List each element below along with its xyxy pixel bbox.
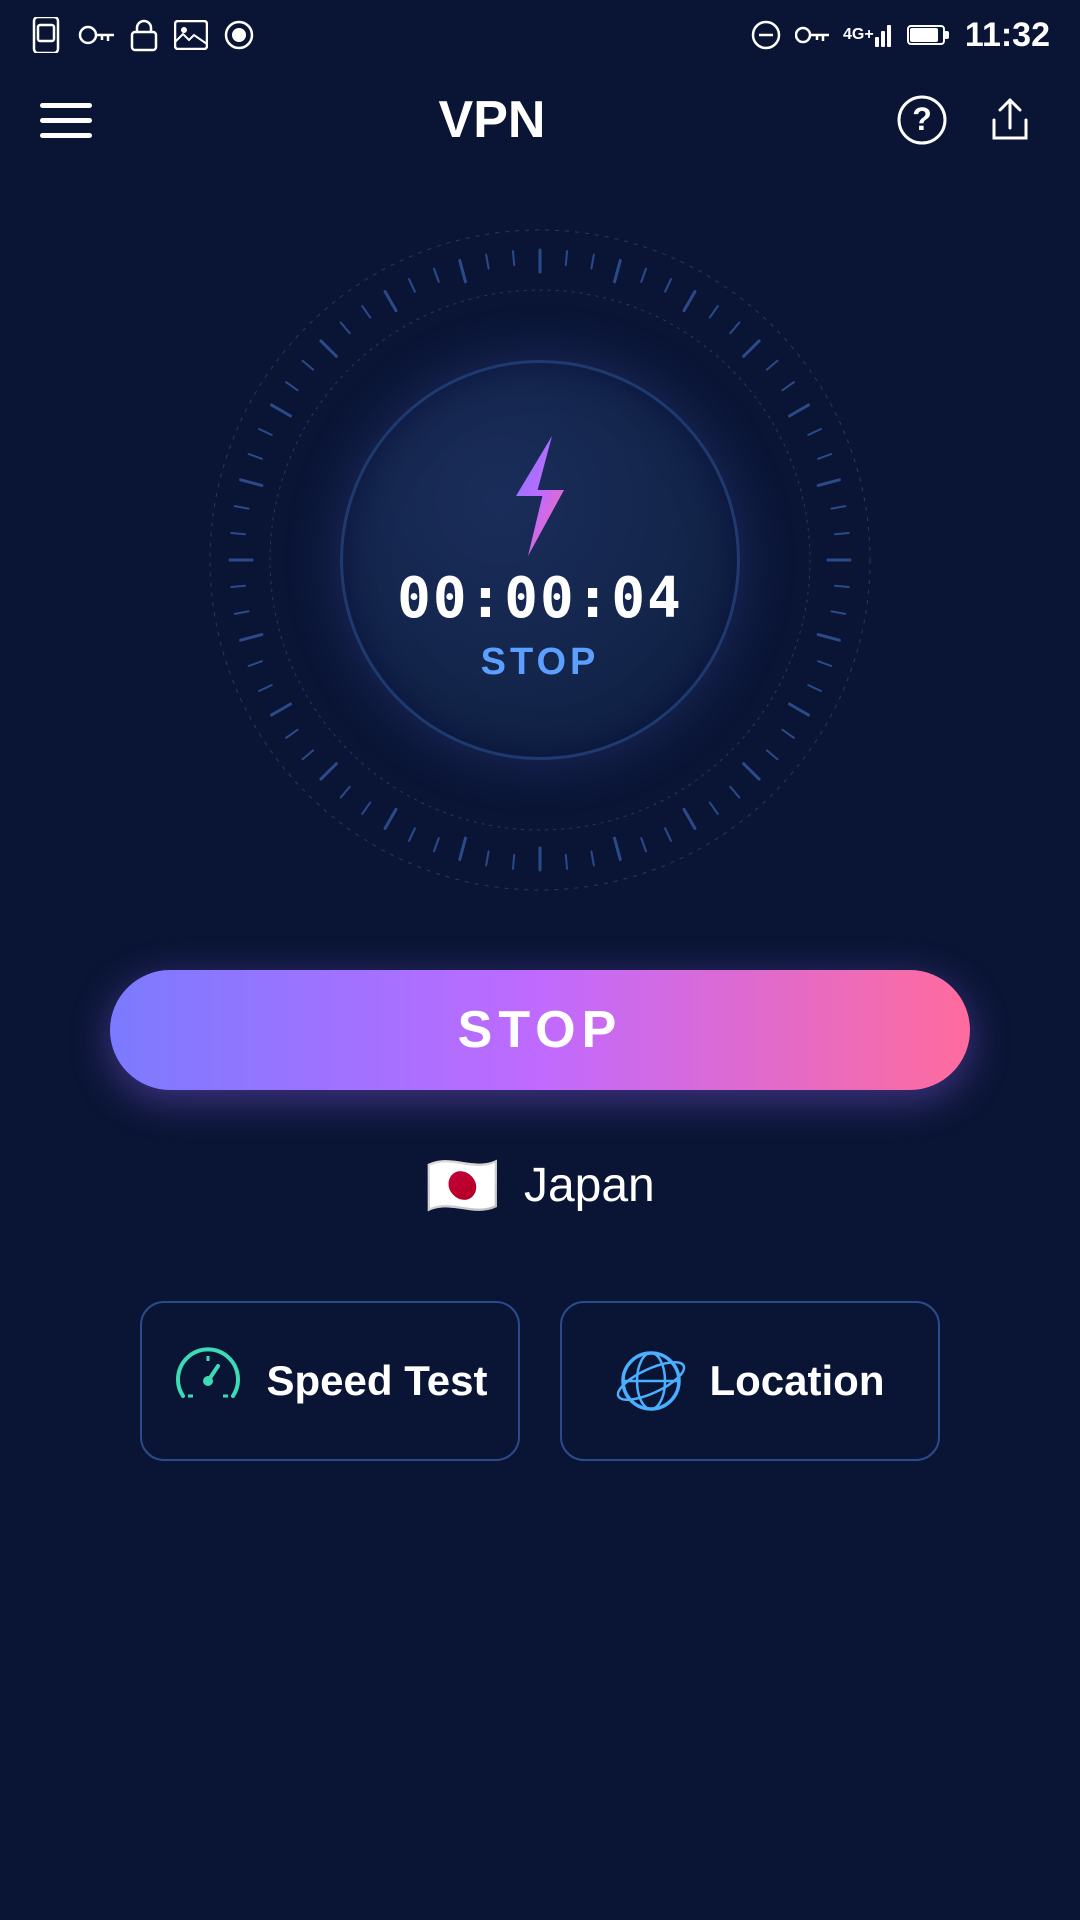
inner-stop-label: STOP [481,641,600,684]
menu-line-1 [40,103,92,108]
location-button[interactable]: Location [560,1301,940,1461]
status-left-icons [30,17,254,53]
status-right-icons: 4G+ 11:32 [751,16,1050,55]
lightning-icon [490,436,590,556]
main-content: 00:00:04 STOP STOP 🇯🇵 Japan Speed Test [0,170,1080,1461]
vpn-power-button[interactable]: 00:00:04 STOP [340,360,740,760]
dnd-icon [751,20,781,50]
key2-icon [795,23,829,47]
bottom-buttons: Speed Test Location [140,1301,940,1461]
speed-test-label: Speed Test [267,1357,488,1405]
stop-button[interactable]: STOP [110,970,970,1090]
top-actions: ? [892,90,1040,150]
image-icon [174,20,208,50]
lock-icon [130,18,158,52]
speedometer-icon [173,1346,243,1416]
share-icon [984,94,1036,146]
top-bar: VPN ? [0,70,1080,170]
menu-line-2 [40,118,92,123]
share-button[interactable] [980,90,1040,150]
menu-button[interactable] [40,103,92,138]
country-name: Japan [524,1158,655,1213]
key-icon [78,21,114,49]
country-row: 🇯🇵 Japan [425,1150,655,1221]
status-bar: 4G+ 11:32 [0,0,1080,70]
country-flag: 🇯🇵 [425,1150,500,1221]
battery-icon [907,23,951,47]
svg-text:?: ? [912,101,932,137]
app-title: VPN [439,90,546,150]
menu-line-3 [40,133,92,138]
signal-icon: 4G+ [843,19,893,51]
sim-icon [30,17,62,53]
location-label: Location [710,1357,885,1405]
record-icon [224,20,254,50]
status-time: 11:32 [965,16,1050,55]
gauge-wrapper[interactable]: 00:00:04 STOP [190,210,890,910]
svg-text:4G+: 4G+ [843,26,874,43]
speed-test-button[interactable]: Speed Test [140,1301,520,1461]
globe-icon [616,1346,686,1416]
help-button[interactable]: ? [892,90,952,150]
help-icon: ? [896,94,948,146]
timer-display: 00:00:04 [397,566,683,631]
